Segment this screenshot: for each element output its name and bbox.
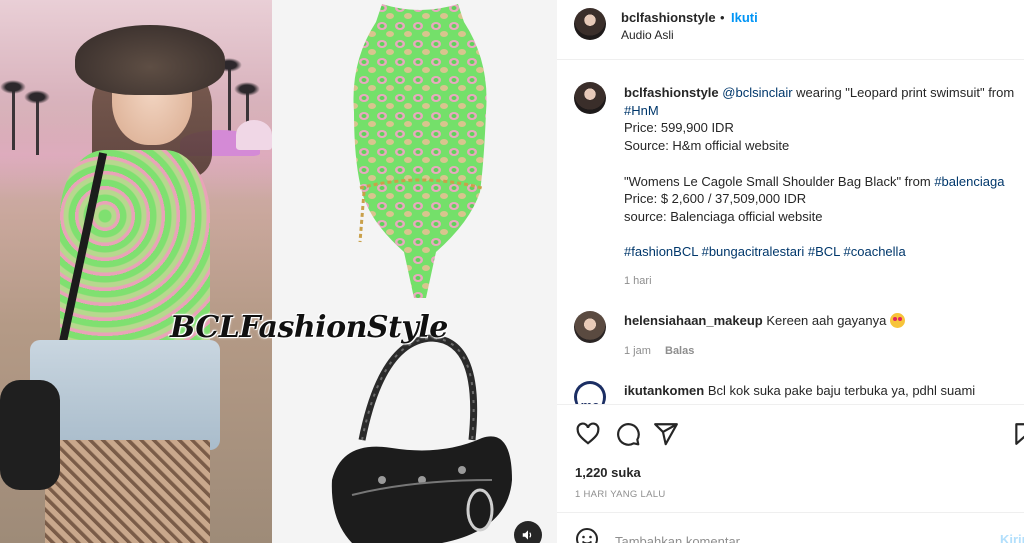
post-media[interactable]: BCLFashionStyle (0, 0, 557, 543)
outfit-photo (0, 0, 272, 543)
caption-item2: "Womens Le Cagole Small Shoulder Bag Bla… (624, 173, 935, 189)
hashtag-link[interactable]: #BCL (808, 244, 840, 259)
avatar[interactable] (574, 8, 606, 40)
mention-link[interactable]: @bclsinclair (722, 85, 792, 100)
source-line-1: Source: H&m official website (624, 138, 790, 154)
hat (75, 25, 225, 95)
palm-tree (24, 90, 50, 155)
shoulder-bag (0, 380, 60, 490)
comment-icon[interactable] (615, 421, 641, 447)
caption-avatar[interactable] (574, 82, 606, 114)
comment-time[interactable]: 1 jam (624, 345, 651, 357)
post-caption: bclfashionstyle @bclsinclair wearing "Le… (624, 84, 1024, 261)
post-comment-button[interactable]: Kirim (1000, 532, 1024, 543)
likes-count[interactable]: 1,220 suka (575, 465, 641, 480)
header-username[interactable]: bclfashionstyle (621, 10, 716, 25)
palm-tree (0, 80, 26, 150)
heart-eyes-emoji (889, 313, 905, 328)
comment-username[interactable]: ikutankomen (624, 383, 704, 398)
post-header: bclfashionstyle • Ikuti Audio Asli (557, 0, 1024, 60)
source-line-2: source: Balenciaga official website (624, 208, 823, 224)
heart-icon[interactable] (575, 421, 601, 447)
avatar[interactable]: me (574, 381, 606, 404)
comment-input[interactable] (615, 531, 975, 543)
comments-list[interactable]: bclfashionstyle @bclsinclair wearing "Le… (557, 61, 1024, 404)
post-timestamp[interactable]: 1 HARI YANG LALU (575, 489, 666, 500)
bookmark-icon[interactable] (1012, 421, 1024, 447)
hashtag-link[interactable]: #bungacitralestari (702, 244, 805, 259)
add-comment-bar: Kirim (557, 512, 1024, 543)
comment-text: Bcl kok suka pake baju terbuka ya, pdhl … (707, 383, 976, 398)
hashtag-line: #fashionBCL #bungacitralestari #BCL #coa… (624, 243, 1024, 261)
comment-item: me ikutankomen Bcl kok suka pake baju te… (557, 381, 1024, 404)
hashtag-link[interactable]: #fashionBCL (624, 244, 698, 259)
price-line-2: Price: $ 2,600 / 37,509,000 IDR (624, 191, 807, 207)
caption-time[interactable]: 1 hari (624, 275, 652, 287)
hashtag-hnm[interactable]: #HnM (624, 103, 659, 118)
watermark: BCLFashionStyle (170, 310, 448, 345)
comment-username[interactable]: helensiahaan_makeup (624, 313, 763, 328)
caption-username[interactable]: bclfashionstyle (624, 85, 719, 100)
reply-button[interactable]: Balas (665, 345, 694, 357)
audio-toggle-button[interactable] (514, 521, 542, 543)
bag-product-image (331, 334, 512, 543)
post-actions: 1,220 suka 1 HARI YANG LALU (557, 404, 1024, 512)
swimsuit-product-image (353, 4, 487, 298)
hashtag-balenciaga[interactable]: #balenciaga (934, 174, 1004, 189)
speaker-icon (522, 530, 532, 540)
caption-line1: wearing "Leopard print swimsuit" from (792, 85, 1015, 100)
audio-link[interactable]: Audio Asli (621, 28, 674, 42)
post-side-panel: bclfashionstyle • Ikuti Audio Asli bclfa… (557, 0, 1024, 543)
share-icon[interactable] (653, 421, 679, 447)
comment-item: helensiahaan_makeup Kereen aah gayanya 1… (557, 311, 1024, 361)
price-line-1: Price: 599,900 IDR (624, 120, 734, 136)
follow-button[interactable]: Ikuti (731, 10, 758, 25)
smile-icon[interactable] (575, 527, 599, 543)
tattooed-legs (45, 440, 210, 543)
separator-dot: • (720, 10, 725, 25)
avatar[interactable] (574, 311, 606, 343)
comment-text: Kereen aah gayanya (766, 313, 887, 328)
hashtag-link[interactable]: #coachella (844, 244, 906, 259)
